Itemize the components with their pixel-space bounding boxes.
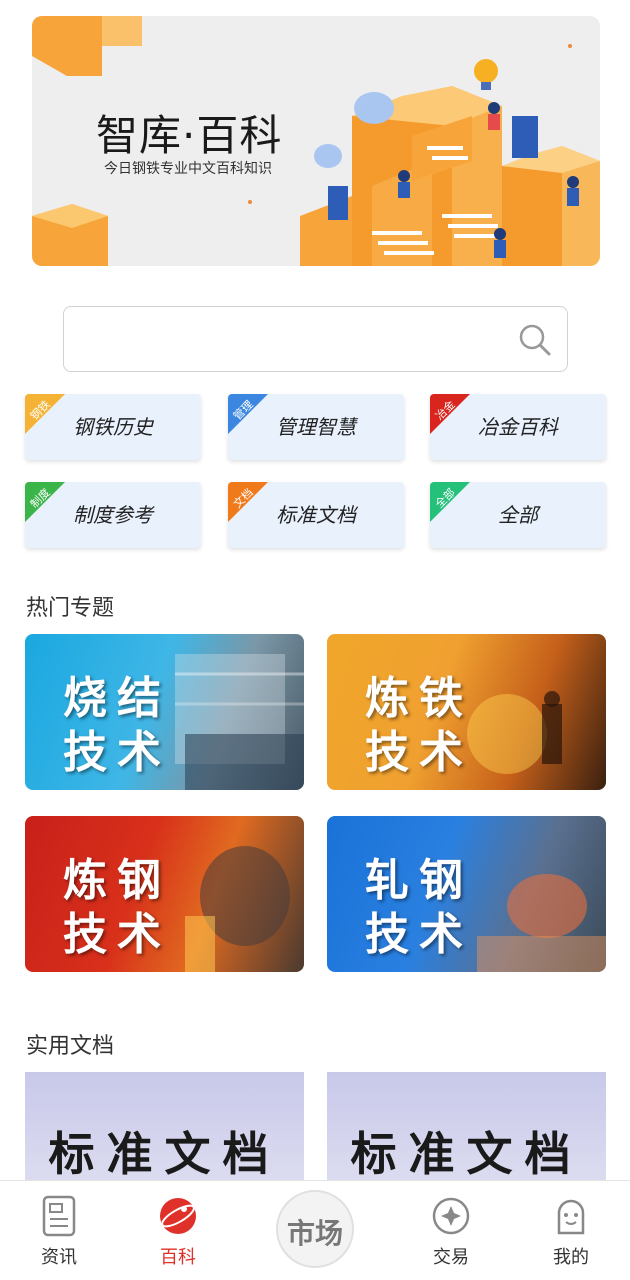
banner[interactable]: 智库·百科 今日钢铁专业中文百科知识 xyxy=(32,16,600,266)
market-button-label: 市场 xyxy=(286,1217,343,1250)
category-label: 钢铁历史 xyxy=(73,415,153,439)
doc-card[interactable]: 标准文档 xyxy=(327,1072,606,1182)
topic-sintering[interactable]: 烧结 技术 xyxy=(25,634,304,790)
doc-card[interactable]: 标准文档 xyxy=(25,1072,304,1182)
search-icon[interactable] xyxy=(517,322,553,358)
market-button[interactable]: 市场 xyxy=(276,1190,354,1268)
category-label: 制度参考 xyxy=(73,503,153,527)
category-steel-history[interactable]: 钢铁 钢铁历史 xyxy=(25,394,201,460)
section-title-hot-topics: 热门专题 xyxy=(26,596,115,621)
category-label: 标准文档 xyxy=(276,503,356,527)
banner-subtitle: 今日钢铁专业中文百科知识 xyxy=(104,161,272,177)
category-label: 冶金百科 xyxy=(478,415,558,439)
nav-label: 百科 xyxy=(160,1247,196,1268)
topic-title-line2: 技术 xyxy=(365,727,473,778)
nav-label: 资讯 xyxy=(41,1247,77,1268)
search-input[interactable] xyxy=(78,319,508,359)
nav-item-trade[interactable]: 交易 xyxy=(411,1181,491,1280)
category-standard-docs[interactable]: 文档 标准文档 xyxy=(228,482,404,548)
topic-title-line2: 技术 xyxy=(63,909,171,960)
category-all[interactable]: 全部 全部 xyxy=(430,482,606,548)
category-regulations[interactable]: 制度 制度参考 xyxy=(25,482,201,548)
topic-ironmaking[interactable]: 炼铁 技术 xyxy=(327,634,606,790)
nav-label: 交易 xyxy=(433,1247,469,1268)
nav-item-profile[interactable]: 我的 xyxy=(531,1181,611,1280)
search-bar[interactable] xyxy=(63,306,568,372)
topic-title-line2: 技术 xyxy=(365,909,473,960)
banner-title: 智库·百科 xyxy=(96,111,283,160)
nav-label: 我的 xyxy=(553,1247,589,1268)
encyclopedia-icon xyxy=(160,1198,196,1234)
doc-card-label: 标准文档 xyxy=(48,1127,281,1181)
doc-card-label: 标准文档 xyxy=(350,1127,583,1181)
category-management[interactable]: 管理 管理智慧 xyxy=(228,394,404,460)
topic-rolling[interactable]: 轧钢 技术 xyxy=(327,816,606,972)
nav-item-news[interactable]: 资讯 xyxy=(19,1181,99,1280)
category-metallurgy[interactable]: 冶金 冶金百科 xyxy=(430,394,606,460)
category-label: 全部 xyxy=(498,503,538,527)
category-label: 管理智慧 xyxy=(276,415,356,439)
section-title-practical-docs: 实用文档 xyxy=(26,1034,115,1059)
profile-icon xyxy=(557,1199,585,1235)
trade-icon xyxy=(432,1197,470,1235)
topic-steelmaking[interactable]: 炼钢 技术 xyxy=(25,816,304,972)
topic-title-line2: 技术 xyxy=(63,727,171,778)
news-icon xyxy=(42,1195,76,1237)
nav-item-encyclopedia[interactable]: 百科 xyxy=(138,1181,218,1280)
